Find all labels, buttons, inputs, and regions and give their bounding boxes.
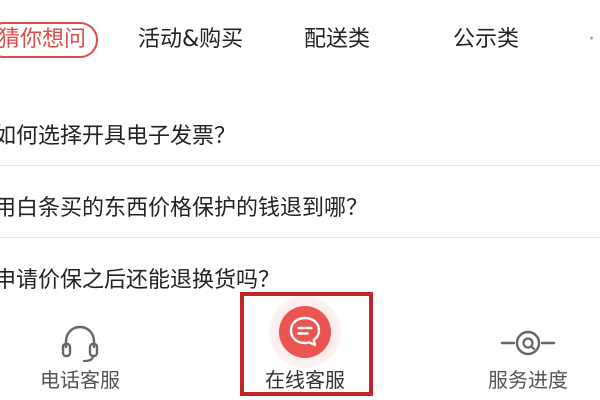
highlight-frame bbox=[240, 292, 373, 396]
category-tabs: 猜你想问 活动&购买 配送类 公示类 · bbox=[0, 0, 600, 80]
service-progress-label: 服务进度 bbox=[488, 368, 568, 392]
help-center-screen: 猜你想问 活动&购买 配送类 公示类 · 如何选择开具电子发票？ 用白条买的东西… bbox=[0, 0, 600, 400]
faq-question: 用白条买的东西价格保护的钱退到哪？ bbox=[0, 196, 369, 221]
faq-question: 如何选择开具电子发票？ bbox=[0, 124, 237, 149]
progress-icon bbox=[500, 330, 556, 356]
tab-guess-questions[interactable]: 猜你想问 bbox=[0, 22, 99, 58]
headset-icon bbox=[61, 325, 99, 363]
tab-delivery[interactable]: 配送类 bbox=[304, 22, 370, 58]
service-progress-button[interactable]: 服务进度 bbox=[428, 290, 600, 400]
phone-service-button[interactable]: 电话客服 bbox=[0, 290, 180, 400]
list-item[interactable]: 如何选择开具电子发票？ bbox=[0, 100, 600, 166]
phone-service-label: 电话客服 bbox=[40, 368, 120, 392]
tab-activity-purchase[interactable]: 活动&购买 bbox=[138, 22, 243, 58]
list-item[interactable]: 用白条买的东西价格保护的钱退到哪？ bbox=[0, 172, 600, 238]
tab-announcement[interactable]: 公示类 bbox=[453, 22, 519, 58]
divider bbox=[0, 237, 600, 238]
tab-overflow-indicator: · bbox=[588, 27, 595, 52]
divider bbox=[0, 165, 600, 166]
